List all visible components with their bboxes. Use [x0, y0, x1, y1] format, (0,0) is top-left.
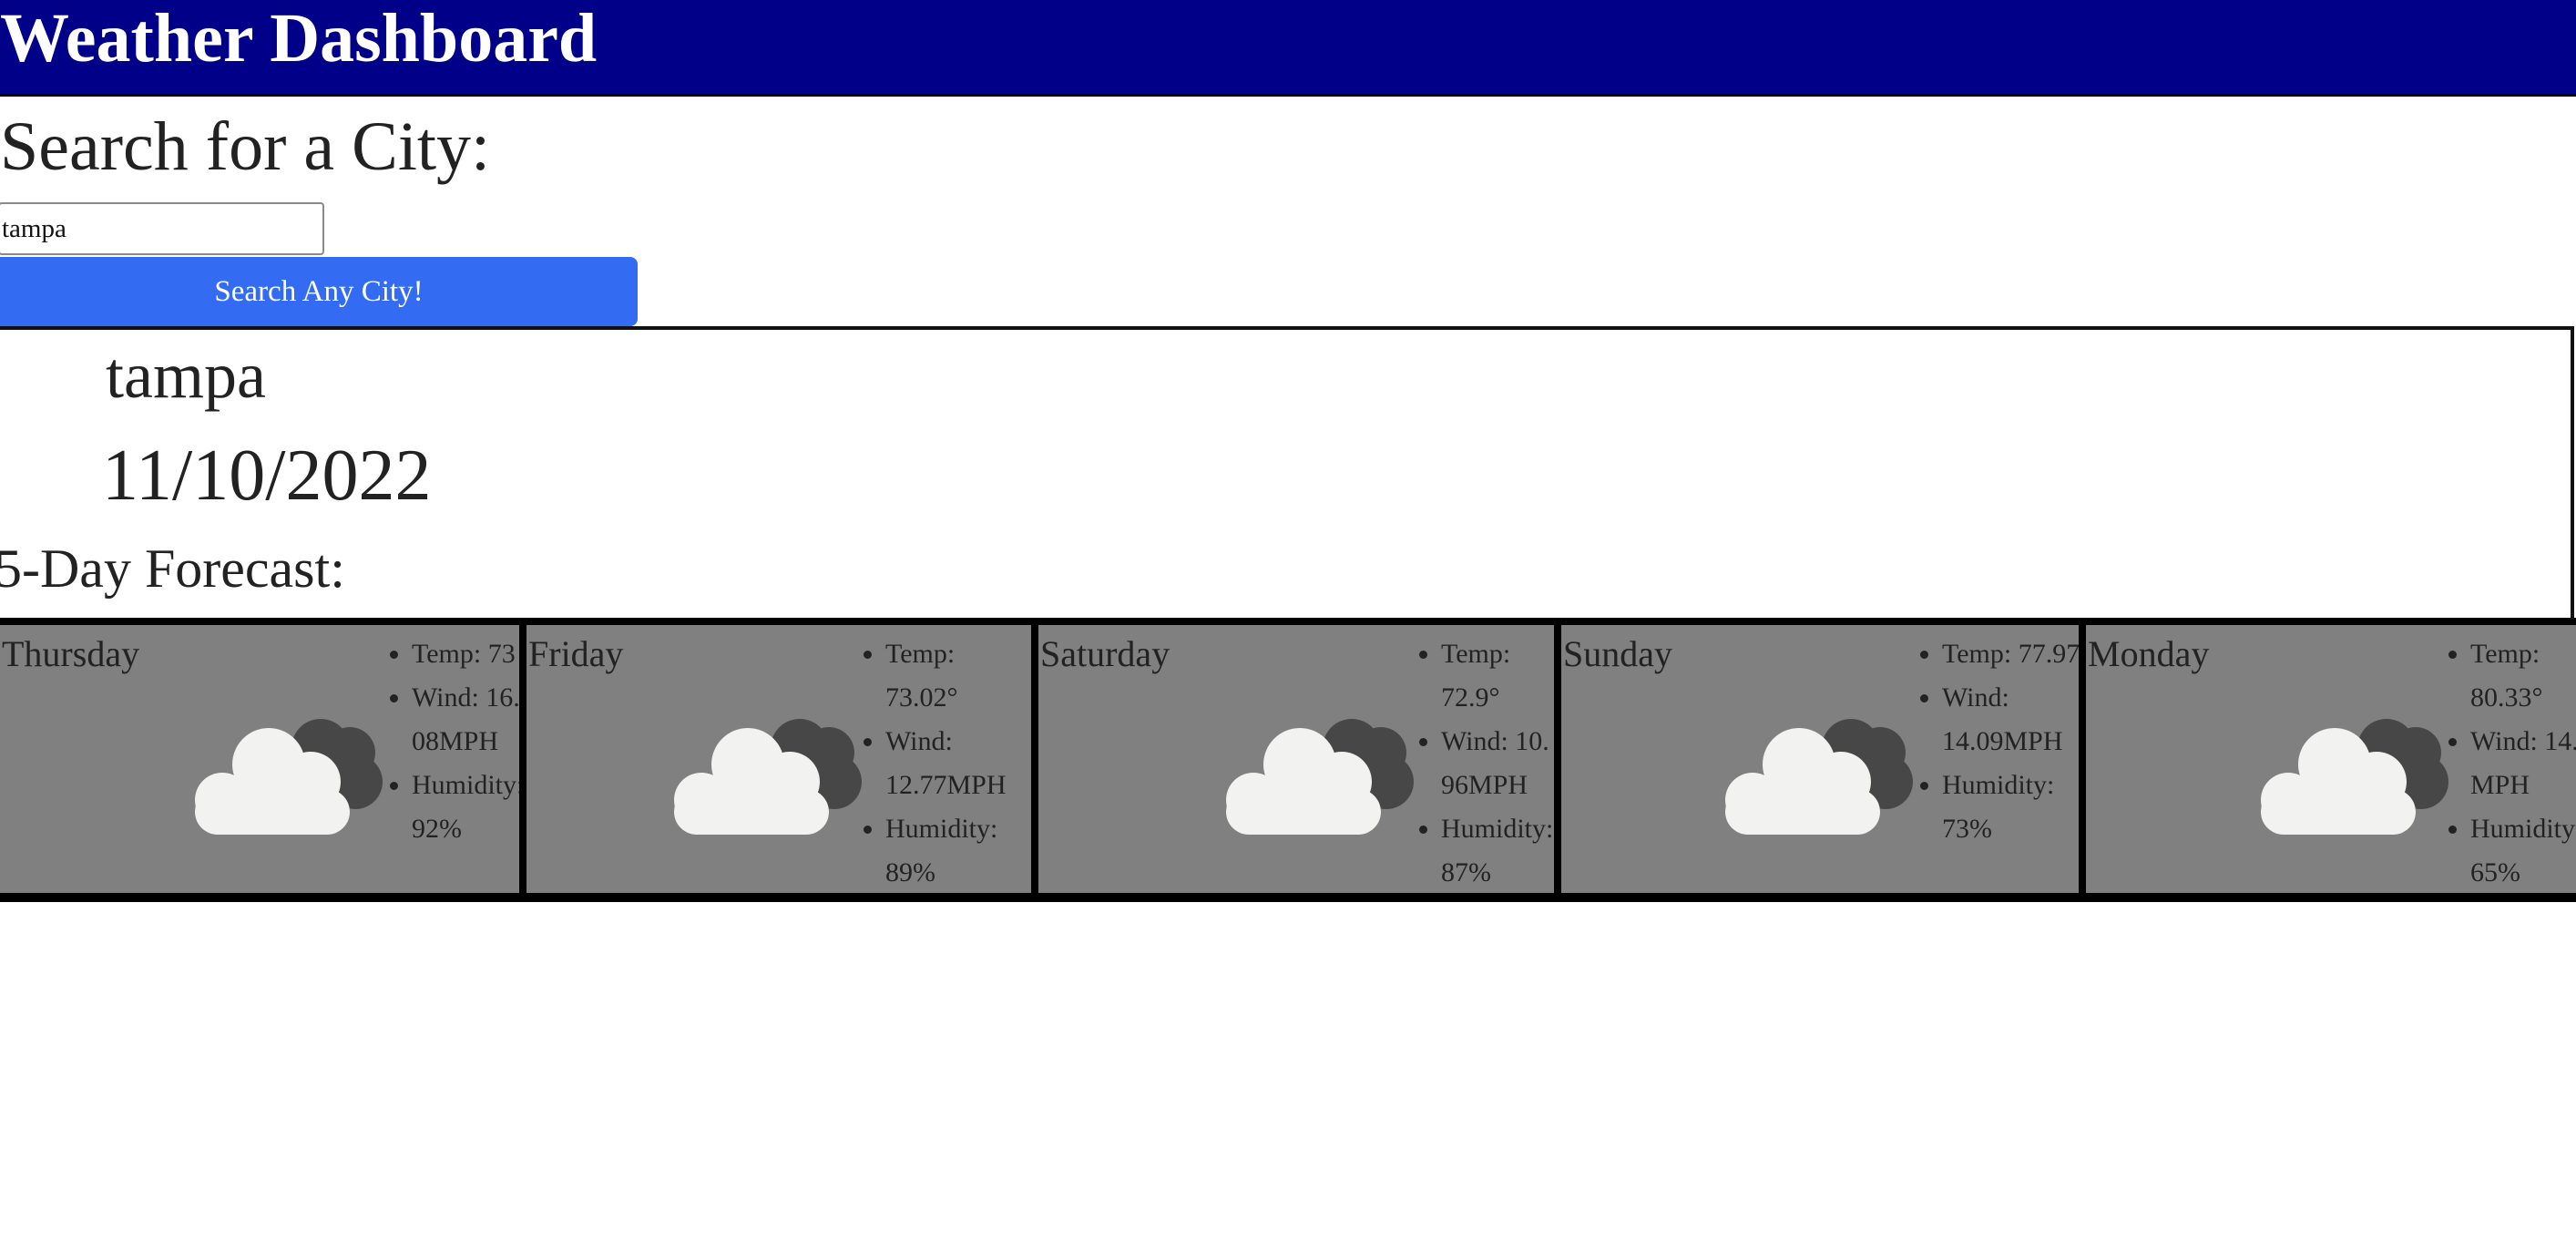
- forecast-humidity: Humidity: 73%: [1942, 764, 2079, 851]
- forecast-stats-list: Temp: 77.97° Wind: 14.09MPH Humidity: 73…: [1906, 632, 2079, 851]
- forecast-card-sunday: Sunday Temp: 77.97° Wind: 14.09MPH Humid…: [1561, 625, 2079, 893]
- partly-cloudy-icon: [674, 719, 862, 835]
- forecast-card-thursday: Thursday Temp: 73 Wind: 16.08MPH Humidit…: [0, 625, 519, 893]
- forecast-humidity: Humidity: 87%: [1441, 807, 1554, 893]
- partly-cloudy-icon: [2261, 719, 2448, 835]
- forecast-stats-list: Temp: 80.33° Wind: 14.34MPH Humidity: 65…: [2434, 632, 2576, 893]
- forecast-stats-list: Temp: 73 Wind: 16.08MPH Humidity: 92%: [375, 632, 519, 851]
- forecast-day-name: Friday: [528, 633, 624, 674]
- forecast-day-name: Monday: [2088, 633, 2210, 674]
- forecast-card-friday: Friday Temp: 73.02° Wind: 12.77MPH Humid…: [526, 625, 1031, 893]
- forecast-heading: 5-Day Forecast:: [0, 538, 345, 599]
- forecast-temp: Temp: 73.02°: [885, 632, 1031, 720]
- search-city-button[interactable]: Search Any City!: [0, 257, 638, 326]
- partly-cloudy-icon: [1725, 719, 1913, 835]
- forecast-card-monday: Monday Temp: 80.33° Wind: 14.34MPH Humid…: [2086, 625, 2576, 893]
- forecast-day-name: Saturday: [1040, 633, 1170, 674]
- current-city-name: tampa: [106, 339, 266, 412]
- page-title: Weather Dashboard: [0, 0, 598, 77]
- forecast-wind: Wind: 12.77MPH: [885, 720, 1031, 807]
- forecast-wind: Wind: 14.34MPH: [2470, 720, 2576, 807]
- forecast-day-name: Sunday: [1563, 633, 1672, 674]
- forecast-wind: Wind: 10.96MPH: [1441, 720, 1554, 807]
- forecast-humidity: Humidity: 89%: [885, 807, 1031, 893]
- app-header: Weather Dashboard: [0, 0, 2576, 97]
- city-search-input[interactable]: [0, 202, 324, 255]
- partly-cloudy-icon: [195, 719, 383, 835]
- forecast-stats-list: Temp: 72.9° Wind: 10.96MPH Humidity: 87%: [1405, 632, 1554, 893]
- forecast-stats-list: Temp: 73.02° Wind: 12.77MPH Humidity: 89…: [849, 632, 1031, 893]
- forecast-wind: Wind: 14.09MPH: [1942, 676, 2079, 764]
- forecast-day-name: Thursday: [2, 633, 140, 674]
- search-heading: Search for a City:: [0, 108, 491, 185]
- current-date: 11/10/2022: [102, 436, 432, 516]
- forecast-wind: Wind: 16.08MPH: [412, 676, 519, 764]
- forecast-temp: Temp: 80.33°: [2470, 632, 2576, 720]
- forecast-temp: Temp: 73: [412, 632, 519, 676]
- forecast-humidity: Humidity: 92%: [412, 764, 519, 851]
- forecast-humidity: Humidity: 65%: [2470, 807, 2576, 893]
- partly-cloudy-icon: [1226, 719, 1414, 835]
- forecast-temp: Temp: 77.97°: [1942, 632, 2079, 676]
- forecast-card-saturday: Saturday Temp: 72.9° Wind: 10.96MPH Humi…: [1038, 625, 1554, 893]
- forecast-temp: Temp: 72.9°: [1441, 632, 1554, 720]
